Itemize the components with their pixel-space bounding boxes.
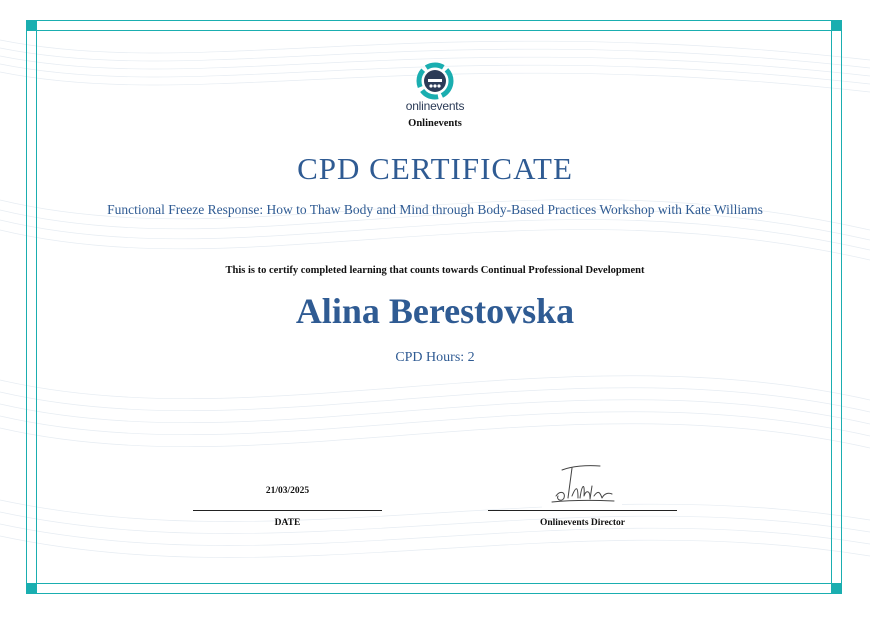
recipient-name: Alina Berestovska xyxy=(295,291,575,331)
corner-square-bottom-right xyxy=(831,583,842,594)
corner-square-top-left xyxy=(26,20,37,31)
certificate-page: onlinevents Onlinevents CPD CERTIFICATE … xyxy=(0,0,870,618)
completion-date: 21/03/2025 xyxy=(265,486,310,496)
corner-square-bottom-left xyxy=(26,583,37,594)
certification-statement: This is to certify completed learning th… xyxy=(225,265,645,276)
cpd-hours: CPD Hours: 2 xyxy=(395,350,475,365)
logo-icon xyxy=(416,62,454,100)
onlinevents-logo: onlinevents xyxy=(402,62,468,113)
date-underline xyxy=(193,510,382,511)
signature-underline xyxy=(488,510,677,511)
signatory-label: Onlinevents Director xyxy=(539,518,626,528)
certificate-title: CPD CERTIFICATE xyxy=(297,151,573,186)
corner-square-top-right xyxy=(831,20,842,31)
organization-name: Onlinevents xyxy=(408,118,462,129)
date-label: DATE xyxy=(274,518,301,528)
logo-wordmark: onlinevents xyxy=(405,99,465,113)
director-signature xyxy=(542,456,622,508)
course-title: Functional Freeze Response: How to Thaw … xyxy=(107,202,763,217)
